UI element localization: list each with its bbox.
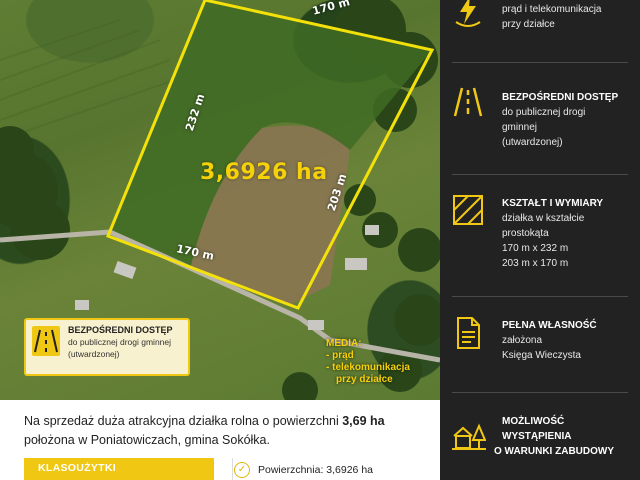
media-line1: prąd i telekomunikacja [502, 4, 602, 15]
access-callout: BEZPOŚREDNI DOSTĘP do publicznej drogi g… [24, 318, 190, 376]
shape-title: KSZTAŁT I WYMIARY [502, 198, 604, 209]
ownership-title: PEŁNA WŁASNOŚĆ [502, 320, 597, 331]
description-part2: położona w Poniatowiczach, gmina Sokółka… [24, 433, 270, 447]
description-text: Na sprzedaż duża atrakcyjna działka roln… [24, 412, 424, 450]
check-icon: ✓ [234, 462, 250, 478]
media-note-item1: - prąd [326, 350, 354, 361]
house-tree-icon [452, 422, 487, 454]
field-stripes [0, 19, 176, 141]
access-side-title: BEZPOŚREDNI DOSTĘP [502, 92, 619, 103]
road-icon [32, 326, 60, 356]
access-title: BEZPOŚREDNI DOSTĘP [68, 325, 173, 335]
media-note-item3: przy działce [336, 374, 393, 385]
area-row-label: Powierzchnia: 3,6926 ha [258, 464, 373, 476]
ownership-line1: założona [502, 335, 543, 346]
shape-line1: działka w kształcie [502, 213, 585, 224]
shape-line4: 203 m x 170 m [502, 258, 569, 269]
aerial-map: 3,6926 ha 170 m 232 m 203 m 170 m BEZPOŚ… [0, 0, 440, 400]
description-panel: Na sprzedaż duża atrakcyjna działka roln… [0, 400, 440, 480]
sidebar-divider [452, 62, 628, 63]
media-note-title: MEDIA: [326, 338, 362, 349]
shape-line3: 170 m x 232 m [502, 243, 569, 254]
media-note-item2: - telekomunikacja [326, 362, 410, 373]
divider [232, 458, 233, 480]
road-icon [452, 86, 484, 118]
building-title2: WYSTĄPIENIA [502, 431, 572, 442]
hatched-square-icon [452, 194, 484, 226]
sidebar-divider [452, 174, 628, 175]
building-title1: MOŻLIWOŚĆ [502, 416, 565, 427]
area-label: 3,6926 ha [200, 160, 328, 185]
klasouzytki-tab[interactable]: KLASOUŻYTKI [24, 458, 214, 480]
access-side-line3: (utwardzonej) [502, 137, 563, 148]
building-title3: O WARUNKI ZABUDOWY [494, 446, 614, 457]
description-part1: Na sprzedaż duża atrakcyjna działka roln… [24, 414, 343, 428]
access-side-line2: gminnej [502, 122, 538, 133]
media-line2: przy działce [502, 19, 555, 30]
access-line2: (utwardzonej) [68, 349, 120, 359]
area-row: ✓ Powierzchnia: 3,6926 ha [234, 462, 373, 478]
document-icon [452, 316, 484, 349]
sidebar-divider [452, 392, 628, 393]
description-area: 3,69 ha [342, 414, 385, 428]
ownership-line2: Księga Wieczysta [502, 350, 581, 361]
access-side-line1: do publicznej drogi [502, 107, 586, 118]
access-line1: do publicznej drogi gminnej [68, 337, 172, 347]
media-note: MEDIA: - prąd - telekomunikacja przy dzi… [326, 338, 410, 386]
lightning-icon [452, 0, 484, 27]
sidebar-divider [452, 296, 628, 297]
shape-line2: prostokąta [502, 228, 549, 239]
features-sidebar: prąd i telekomunikacja przy działce BEZP… [440, 0, 640, 480]
